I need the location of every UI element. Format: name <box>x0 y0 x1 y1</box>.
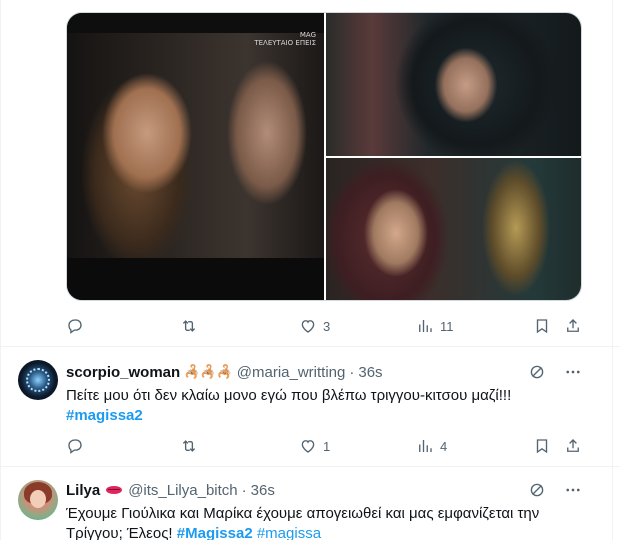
timestamp[interactable]: 36s <box>251 482 275 499</box>
share-icon <box>567 439 579 452</box>
tweet-body: Πείτε μου ότι δεν κλαίω μονο εγώ που βλέ… <box>66 387 512 404</box>
tweet-text: Έχουμε Γιούλικα και Μαρίκα έχουμε απογει… <box>66 504 596 540</box>
timeline-feed: MAG ΤΕΛΕΥΤΑΙΟ ΕΠΕΙΣ 3 11 scorpio_woman 🦂… <box>0 0 620 540</box>
media-image-3[interactable] <box>326 158 581 300</box>
display-name[interactable]: Lilya <box>66 482 100 499</box>
reply-icon <box>68 439 82 454</box>
hashtag-link[interactable]: #magissa2 <box>66 406 586 426</box>
tv-top-bar <box>67 13 324 33</box>
analytics-icon <box>419 440 432 452</box>
tweet-lilya[interactable]: Lilya @its_Lilya_bitch · 36s Έχουμε Γιού… <box>0 466 620 540</box>
like-button[interactable]: 3 <box>299 316 330 336</box>
tweet-body-line2: Τρίγγου; Έλεος! #Magissa2 #magissa <box>66 524 596 540</box>
timestamp[interactable]: 36s <box>358 364 382 381</box>
tv-watermark: MAG ΤΕΛΕΥΤΑΙΟ ΕΠΕΙΣ <box>254 31 316 47</box>
reply-button[interactable] <box>66 316 90 336</box>
tweet-body-line2-text: Τρίγγου; Έλεος! <box>66 525 173 540</box>
lips-emoji <box>106 486 123 494</box>
scorpion-emoji: 🦂🦂🦂 <box>184 364 233 379</box>
tv-bottom-bar <box>67 258 324 300</box>
post-actions: 3 11 <box>66 316 582 336</box>
view-count: 11 <box>440 318 454 334</box>
repost-button[interactable] <box>180 436 204 456</box>
hashtag-link[interactable]: #Magissa2 <box>177 525 253 540</box>
bookmark-icon <box>536 319 548 334</box>
like-button[interactable]: 1 <box>299 436 330 456</box>
repost-icon <box>182 440 196 452</box>
share-button[interactable] <box>564 436 582 456</box>
repost-button[interactable] <box>180 316 204 336</box>
tweet-body-line1: Έχουμε Γιούλικα και Μαρίκα έχουμε απογει… <box>66 505 540 522</box>
display-name[interactable]: scorpio_woman <box>66 364 180 381</box>
grok-icon[interactable] <box>528 363 546 381</box>
post-media-grid: MAG ΤΕΛΕΥΤΑΙΟ ΕΠΕΙΣ <box>66 12 582 301</box>
heart-icon <box>301 440 315 453</box>
tweet-top-actions <box>528 363 582 381</box>
views-button[interactable]: 4 <box>416 436 447 456</box>
user-handle[interactable]: @its_Lilya_bitch <box>128 482 237 499</box>
heart-icon <box>301 320 315 333</box>
media-image-1[interactable]: MAG ΤΕΛΕΥΤΑΙΟ ΕΠΕΙΣ <box>67 13 324 300</box>
share-icon <box>567 319 579 332</box>
analytics-icon <box>419 320 432 332</box>
like-count: 1 <box>323 438 331 454</box>
separator-dot: · <box>241 481 247 499</box>
separator-dot: · <box>349 363 355 381</box>
user-handle[interactable]: @maria_writting <box>237 364 346 381</box>
watermark-line2: ΤΕΛΕΥΤΑΙΟ ΕΠΕΙΣ <box>254 39 316 47</box>
more-icon[interactable] <box>564 363 582 381</box>
reply-button[interactable] <box>66 436 90 456</box>
like-count: 3 <box>323 318 331 334</box>
avatar[interactable] <box>18 360 58 400</box>
media-image-2[interactable] <box>326 13 581 156</box>
share-button[interactable] <box>564 316 582 336</box>
tweet-scorpio-woman[interactable]: scorpio_woman 🦂🦂🦂 @maria_writting · 36s … <box>0 346 620 466</box>
more-icon[interactable] <box>564 481 582 499</box>
bookmark-icon <box>536 439 548 454</box>
bookmark-button[interactable] <box>533 316 551 336</box>
hashtag-link[interactable]: #magissa <box>257 525 321 540</box>
repost-icon <box>182 320 196 332</box>
watermark-line1: MAG <box>299 31 316 39</box>
views-button[interactable]: 11 <box>416 316 454 336</box>
tweet-header: Lilya @its_Lilya_bitch · 36s <box>66 480 275 500</box>
tweet-text: Πείτε μου ότι δεν κλαίω μονο εγώ που βλέ… <box>66 386 586 426</box>
view-count: 4 <box>440 438 448 454</box>
tweet-top-actions <box>528 481 582 499</box>
tweet-header: scorpio_woman 🦂🦂🦂 @maria_writting · 36s <box>66 362 383 382</box>
avatar[interactable] <box>18 480 58 520</box>
post-actions: 1 4 <box>66 436 582 456</box>
reply-icon <box>68 319 82 334</box>
bookmark-button[interactable] <box>533 436 551 456</box>
grok-icon[interactable] <box>528 481 546 499</box>
